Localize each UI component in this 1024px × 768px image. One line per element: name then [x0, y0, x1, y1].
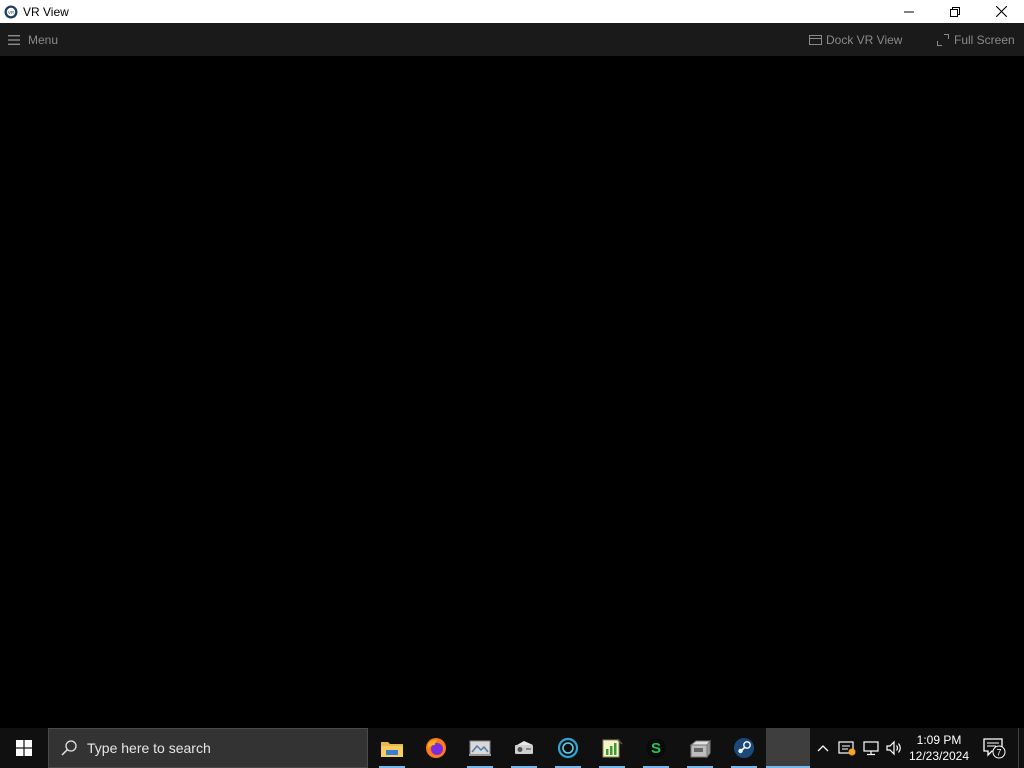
tray-network-icon[interactable]	[860, 728, 882, 768]
menu-label: Menu	[28, 32, 59, 47]
show-desktop-button[interactable]	[1018, 728, 1024, 768]
dock-vr-view-button[interactable]: Dock VR View	[809, 23, 902, 56]
close-icon	[995, 6, 1007, 17]
clock-time: 1:09 PM	[916, 733, 962, 747]
green-s-icon: S	[646, 738, 666, 758]
restore-button[interactable]	[932, 0, 978, 23]
ring-icon	[557, 737, 579, 759]
taskbar-app-green-s[interactable]: S	[634, 728, 678, 768]
close-button[interactable]	[978, 0, 1024, 23]
vr-app-icon: VR	[4, 5, 18, 19]
restore-icon	[950, 6, 960, 17]
firefox-icon	[426, 738, 446, 758]
svg-text:S: S	[651, 740, 661, 757]
vr-viewport[interactable]	[0, 56, 1024, 728]
taskbar-app-vr-view[interactable]	[766, 728, 810, 768]
notification-count: 7	[996, 747, 1001, 757]
window-controls	[886, 0, 1024, 23]
windows-logo-icon	[16, 740, 32, 756]
folder-icon	[381, 742, 403, 757]
photos-icon	[469, 740, 491, 756]
full-screen-button[interactable]: Full Screen	[937, 23, 1015, 56]
tray-volume-icon[interactable]	[883, 728, 905, 768]
show-hidden-icons-button[interactable]	[812, 728, 834, 768]
hamburger-menu-icon	[8, 34, 20, 45]
security-warning-icon	[838, 741, 856, 756]
vr-view-toolbar: Menu Dock VR View Full Screen	[0, 23, 1024, 56]
tray-security-icon[interactable]	[836, 728, 858, 768]
svg-text:VR: VR	[8, 9, 15, 14]
title-bar: VR VR View	[0, 0, 1024, 23]
taskbar-app-vr-headset[interactable]	[678, 728, 722, 768]
minimize-icon	[904, 11, 914, 12]
windows-taskbar: Type here to search S 1:09 PM 12/23/2024…	[0, 728, 1024, 768]
menu-button[interactable]: Menu	[8, 23, 58, 56]
volume-icon	[886, 740, 901, 756]
taskbar-app-file-explorer[interactable]	[370, 728, 414, 768]
notification-icon: 7	[983, 738, 1006, 759]
taskbar-app-photos[interactable]	[458, 728, 502, 768]
start-button[interactable]	[0, 728, 48, 768]
minimize-button[interactable]	[886, 0, 932, 23]
window-title: VR View	[23, 4, 69, 19]
dock-icon	[809, 34, 822, 45]
network-icon	[863, 741, 879, 756]
headset-box-icon	[689, 739, 711, 759]
taskbar-app-steam[interactable]	[722, 728, 766, 768]
taskbar-app-projector[interactable]	[502, 728, 546, 768]
chart-document-icon	[602, 738, 623, 758]
taskbar-search-box[interactable]: Type here to search	[48, 728, 368, 768]
search-icon	[61, 740, 77, 756]
steam-icon	[734, 738, 754, 758]
projector-icon	[515, 741, 533, 754]
chevron-up-icon	[817, 745, 829, 752]
action-center-button[interactable]: 7	[980, 728, 1008, 768]
full-screen-label: Full Screen	[954, 32, 1015, 47]
taskbar-app-chart-notepad[interactable]	[590, 728, 634, 768]
fullscreen-icon	[937, 33, 949, 46]
taskbar-app-firefox[interactable]	[414, 728, 458, 768]
search-placeholder: Type here to search	[87, 740, 211, 756]
taskbar-clock[interactable]: 1:09 PM 12/23/2024	[904, 728, 974, 768]
taskbar-app-ring[interactable]	[546, 728, 590, 768]
clock-date: 12/23/2024	[908, 749, 970, 763]
dock-label: Dock VR View	[826, 32, 903, 47]
